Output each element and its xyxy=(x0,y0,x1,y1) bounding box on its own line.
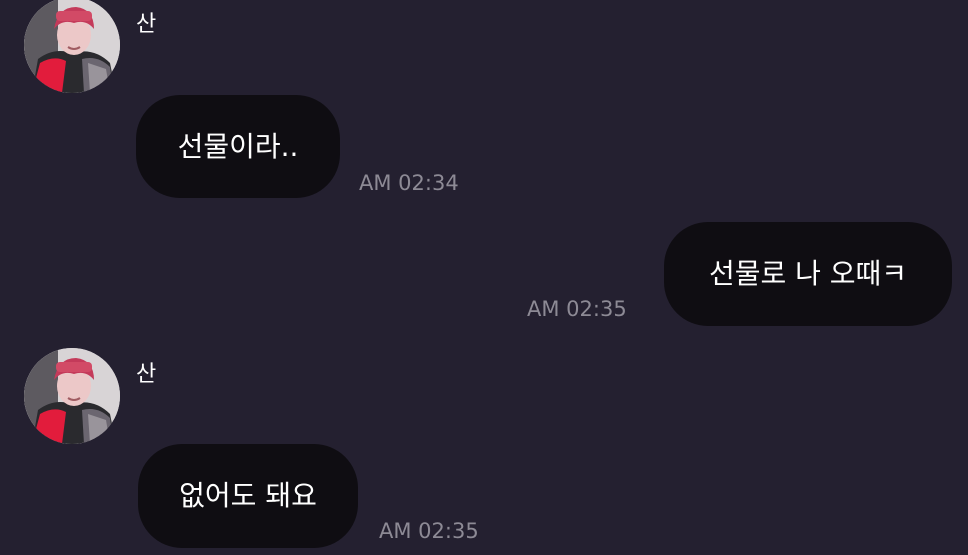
message-text: 없어도 돼요 xyxy=(179,479,317,512)
message-timestamp: AM 02:35 xyxy=(527,297,627,321)
message-text: 선물로 나 오때ㅋ xyxy=(708,257,908,290)
message-timestamp: AM 02:34 xyxy=(359,171,459,195)
avatar-photo xyxy=(24,348,120,444)
message-bubble[interactable]: 선물로 나 오때ㅋ xyxy=(664,222,952,326)
message-timestamp: AM 02:35 xyxy=(379,519,479,543)
message-bubble[interactable]: 없어도 돼요 xyxy=(138,444,358,548)
chat-thread: 산 선물이라.. AM 02:34 AM 02:35 선물로 나 오때ㅋ 산 없… xyxy=(0,0,968,555)
message-bubble[interactable]: 선물이라.. xyxy=(136,95,340,198)
sender-name: 산 xyxy=(136,12,157,37)
avatar-photo xyxy=(24,0,120,93)
avatar[interactable] xyxy=(24,348,120,444)
message-text: 선물이라.. xyxy=(177,129,299,163)
avatar[interactable] xyxy=(24,0,120,93)
sender-name: 산 xyxy=(136,362,157,387)
